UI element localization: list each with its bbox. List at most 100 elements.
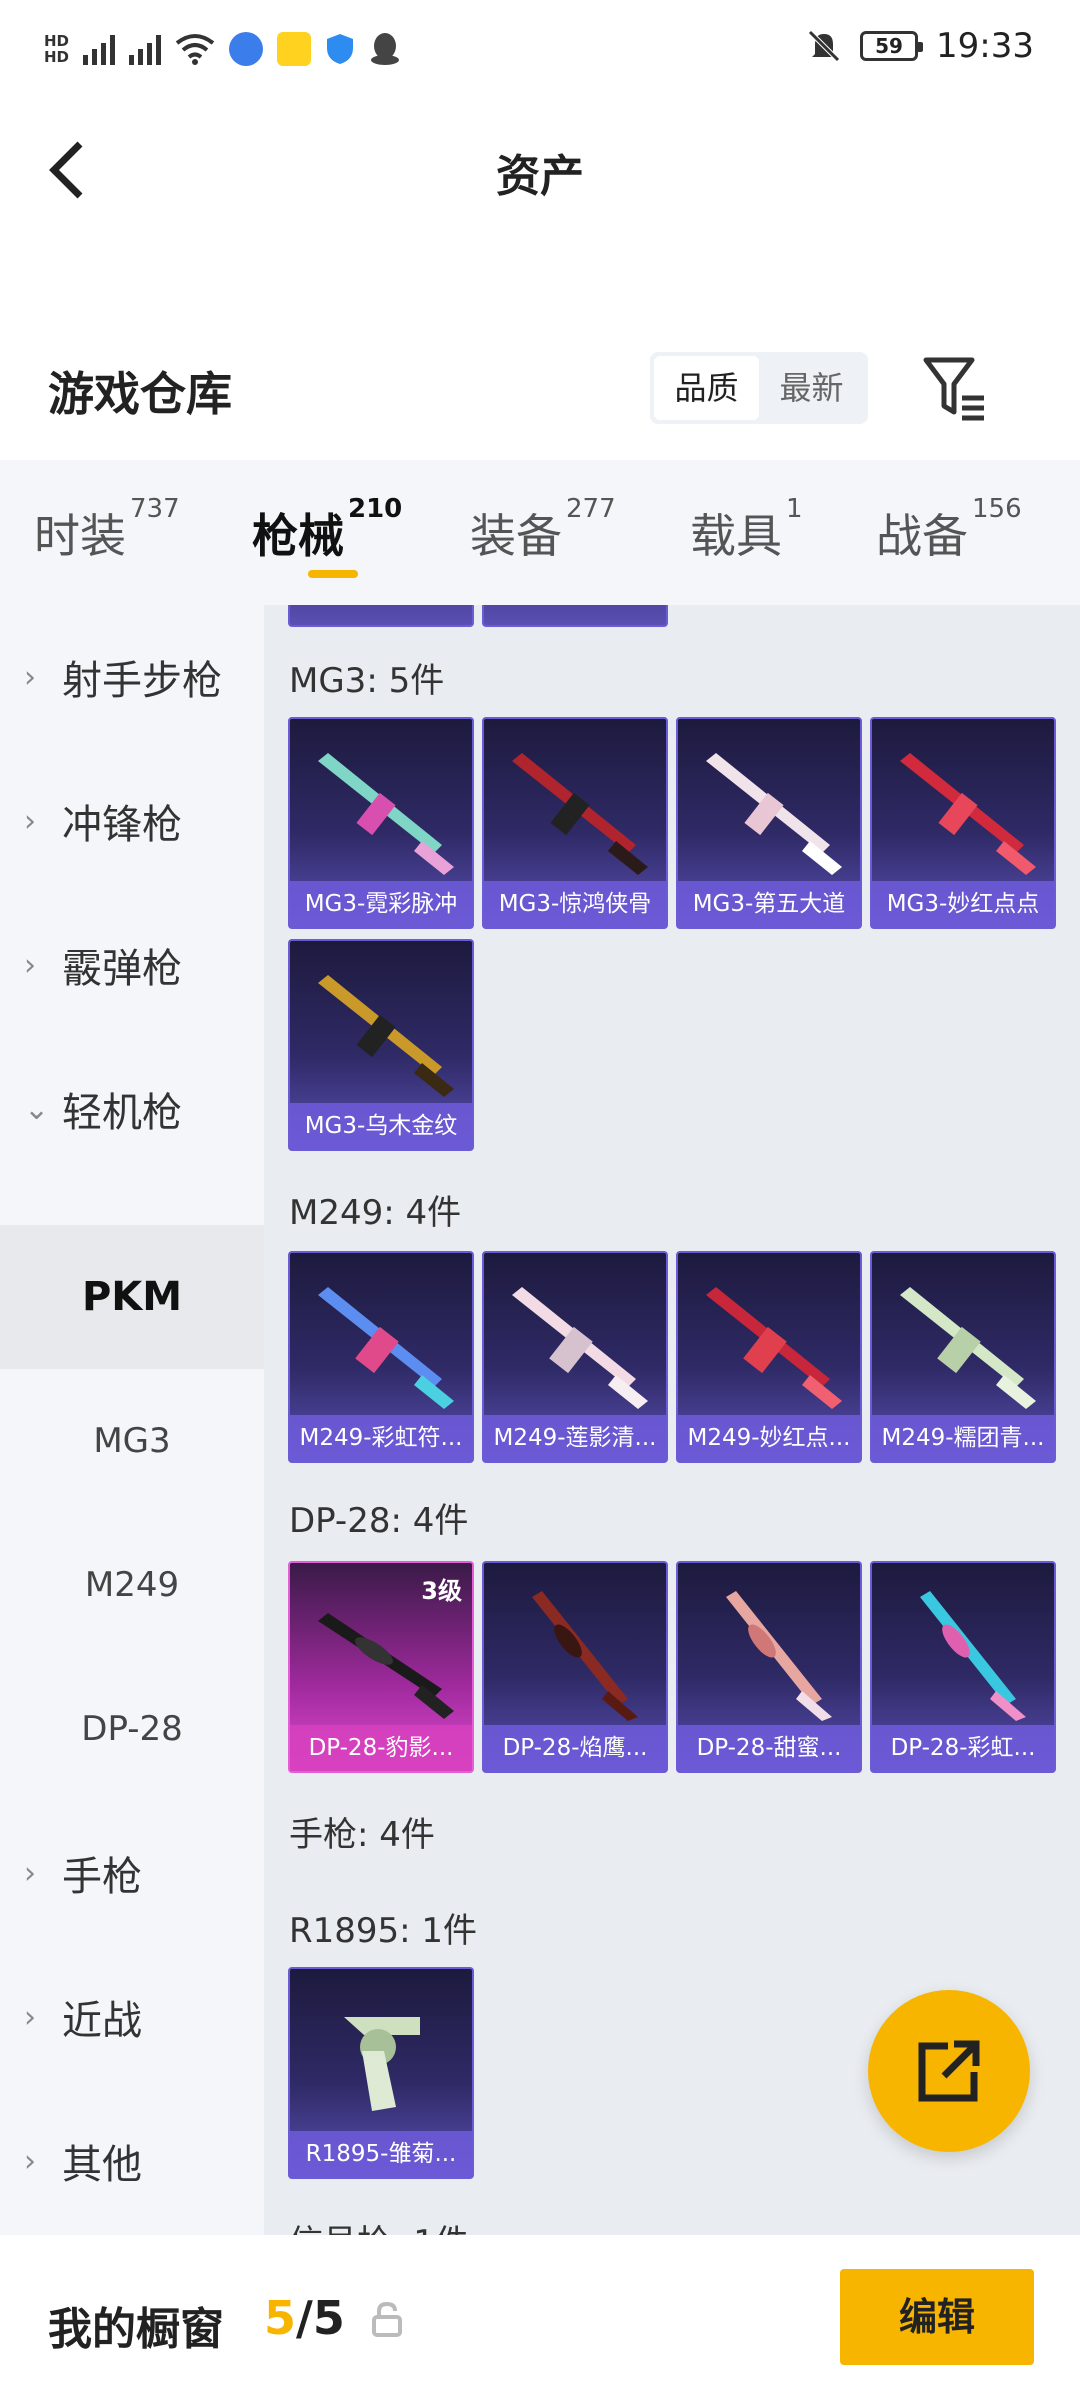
item-card[interactable]: MG3-乌木金纹	[288, 939, 474, 1151]
filter-icon[interactable]	[922, 352, 988, 424]
item-name: DP-28-甜蜜...	[678, 1725, 860, 1771]
status-icons-right: 59 19:33	[806, 26, 1034, 66]
clock: 19:33	[936, 26, 1034, 66]
wifi-icon	[175, 34, 215, 65]
shield-icon	[327, 34, 354, 64]
item-card[interactable]: M249-糯团青...	[870, 1251, 1056, 1463]
app-notification-icon	[229, 32, 264, 66]
showcase-current: 5	[264, 2291, 297, 2345]
item-card[interactable]: R1895-雏菊...	[288, 1967, 474, 2179]
tab-supplies[interactable]: 战备 156	[876, 494, 1022, 566]
item-name: MG3-霓彩脉冲	[290, 881, 472, 927]
sidebar-item-other[interactable]: › 其他	[0, 2089, 264, 2233]
lmg-skin-icon	[318, 1287, 454, 1409]
showcase-bar: 我的橱窗 5/5 编辑	[0, 2235, 1080, 2400]
sidebar-item-label: 其他	[62, 2142, 142, 2188]
item-name: DP-28-彩虹...	[872, 1725, 1054, 1771]
item-card[interactable]: 3级 DP-28-豹影...	[288, 1561, 474, 1773]
tab-vehicles[interactable]: 载具 1	[690, 494, 803, 566]
warehouse-header: 游戏仓库 品质 最新	[0, 240, 1080, 460]
sort-quality-button[interactable]: 品质	[654, 356, 759, 420]
item-card[interactable]: MG3-妙红点点	[870, 717, 1056, 929]
item-name: M249-彩虹符...	[290, 1415, 472, 1461]
item-name: R1895-雏菊...	[290, 2131, 472, 2177]
sidebar-item-melee[interactable]: › 近战	[0, 1945, 264, 2089]
item-name: MG3-乌木金纹	[290, 1103, 472, 1149]
status-icons-left: HD HD	[44, 24, 401, 74]
item-card[interactable]: DP-28-甜蜜...	[676, 1561, 862, 1773]
item-card[interactable]: MG3-霓彩脉冲	[288, 717, 474, 929]
lmg-skin-icon	[318, 753, 454, 875]
group-label: R1895: 1件	[289, 1911, 478, 1951]
showcase-title: 我的橱窗	[48, 2304, 224, 2355]
tab-firearms[interactable]: 枪械 210	[252, 494, 402, 566]
item-card[interactable]	[288, 605, 474, 627]
lmg-skin-icon	[726, 1591, 832, 1721]
warehouse-title: 游戏仓库	[48, 367, 232, 421]
page-title: 资产	[496, 151, 584, 202]
mute-bell-icon	[808, 30, 840, 62]
tab-count: 737	[130, 494, 180, 524]
lock-icon	[372, 2301, 402, 2337]
chevron-right-icon: ›	[24, 1855, 36, 1891]
item-name: MG3-惊鸿侠骨	[484, 881, 666, 927]
tab-equipment[interactable]: 装备 277	[470, 494, 616, 566]
item-card[interactable]: DP-28-彩虹...	[870, 1561, 1056, 1773]
item-card[interactable]: M249-妙红点...	[676, 1251, 862, 1463]
active-tab-indicator	[308, 570, 358, 578]
tab-count: 1	[786, 494, 803, 524]
item-card[interactable]: MG3-第五大道	[676, 717, 862, 929]
signal-5g-icon	[129, 33, 162, 65]
lmg-skin-icon	[512, 753, 648, 875]
sidebar-item-marksman-rifle[interactable]: › 射手步枪	[0, 605, 264, 749]
sidebar-item-label: 手枪	[62, 1854, 142, 1900]
showcase-total: /5	[296, 2291, 345, 2345]
sidebar-item-label: 冲锋枪	[62, 802, 182, 848]
sidebar-subitem-mg3[interactable]: MG3	[0, 1369, 264, 1513]
sidebar-item-pistol[interactable]: › 手枪	[0, 1801, 264, 1945]
item-card[interactable]: MG3-惊鸿侠骨	[482, 717, 668, 929]
item-name: M249-糯团青...	[872, 1415, 1054, 1461]
item-name: M249-妙红点...	[678, 1415, 860, 1461]
sidebar-item-label: 轻机枪	[62, 1090, 182, 1136]
item-name: MG3-第五大道	[678, 881, 860, 927]
sidebar-item-shotgun[interactable]: › 霰弹枪	[0, 893, 264, 1037]
lmg-skin-icon	[900, 753, 1036, 875]
tab-label: 战备	[876, 509, 968, 563]
share-button[interactable]	[868, 1990, 1030, 2152]
status-bar: HD HD 59 19:33	[0, 0, 1080, 100]
hd-indicator: HD HD	[44, 32, 70, 66]
sidebar-item-lmg[interactable]: ⌄ 轻机枪	[0, 1037, 264, 1181]
group-label: 信号枪: 1件	[289, 2215, 469, 2235]
item-card[interactable]: M249-莲影清...	[482, 1251, 668, 1463]
tab-fashion[interactable]: 时装 737	[34, 494, 180, 566]
item-name: MG3-妙红点点	[872, 881, 1054, 927]
item-card[interactable]: M249-彩虹符...	[288, 1251, 474, 1463]
sidebar-subitem-pkm[interactable]: PKM	[0, 1225, 264, 1369]
sort-latest-button[interactable]: 最新	[759, 356, 864, 420]
chevron-right-icon: ›	[24, 2143, 36, 2179]
chevron-right-icon: ›	[24, 1999, 36, 2035]
chevron-right-icon: ›	[24, 803, 36, 839]
group-label: 手枪: 4件	[289, 1815, 435, 1855]
tab-count: 277	[566, 494, 616, 524]
qq-icon	[371, 33, 400, 65]
edit-button[interactable]: 编辑	[840, 2269, 1034, 2365]
lmg-skin-icon	[706, 753, 842, 875]
tab-label: 时装	[34, 509, 126, 563]
tab-label: 装备	[470, 509, 562, 563]
chevron-right-icon: ›	[24, 947, 36, 983]
lmg-skin-icon	[318, 1613, 454, 1719]
sidebar-subitem-dp28[interactable]: DP-28	[0, 1657, 264, 1801]
sidebar-item-label: 霰弹枪	[62, 946, 182, 992]
tab-count: 210	[348, 494, 403, 524]
lmg-skin-icon	[920, 1591, 1026, 1721]
item-card[interactable]	[482, 605, 668, 627]
item-card[interactable]: DP-28-焰鹰...	[482, 1561, 668, 1773]
item-name: DP-28-焰鹰...	[484, 1725, 666, 1771]
chevron-right-icon: ›	[24, 659, 36, 695]
item-name: DP-28-豹影...	[290, 1725, 472, 1771]
category-tabs: 时装 737 枪械 210 装备 277 载具 1 战备 156	[0, 460, 1080, 605]
sidebar-item-smg[interactable]: › 冲锋枪	[0, 749, 264, 893]
sidebar-subitem-m249[interactable]: M249	[0, 1513, 264, 1657]
